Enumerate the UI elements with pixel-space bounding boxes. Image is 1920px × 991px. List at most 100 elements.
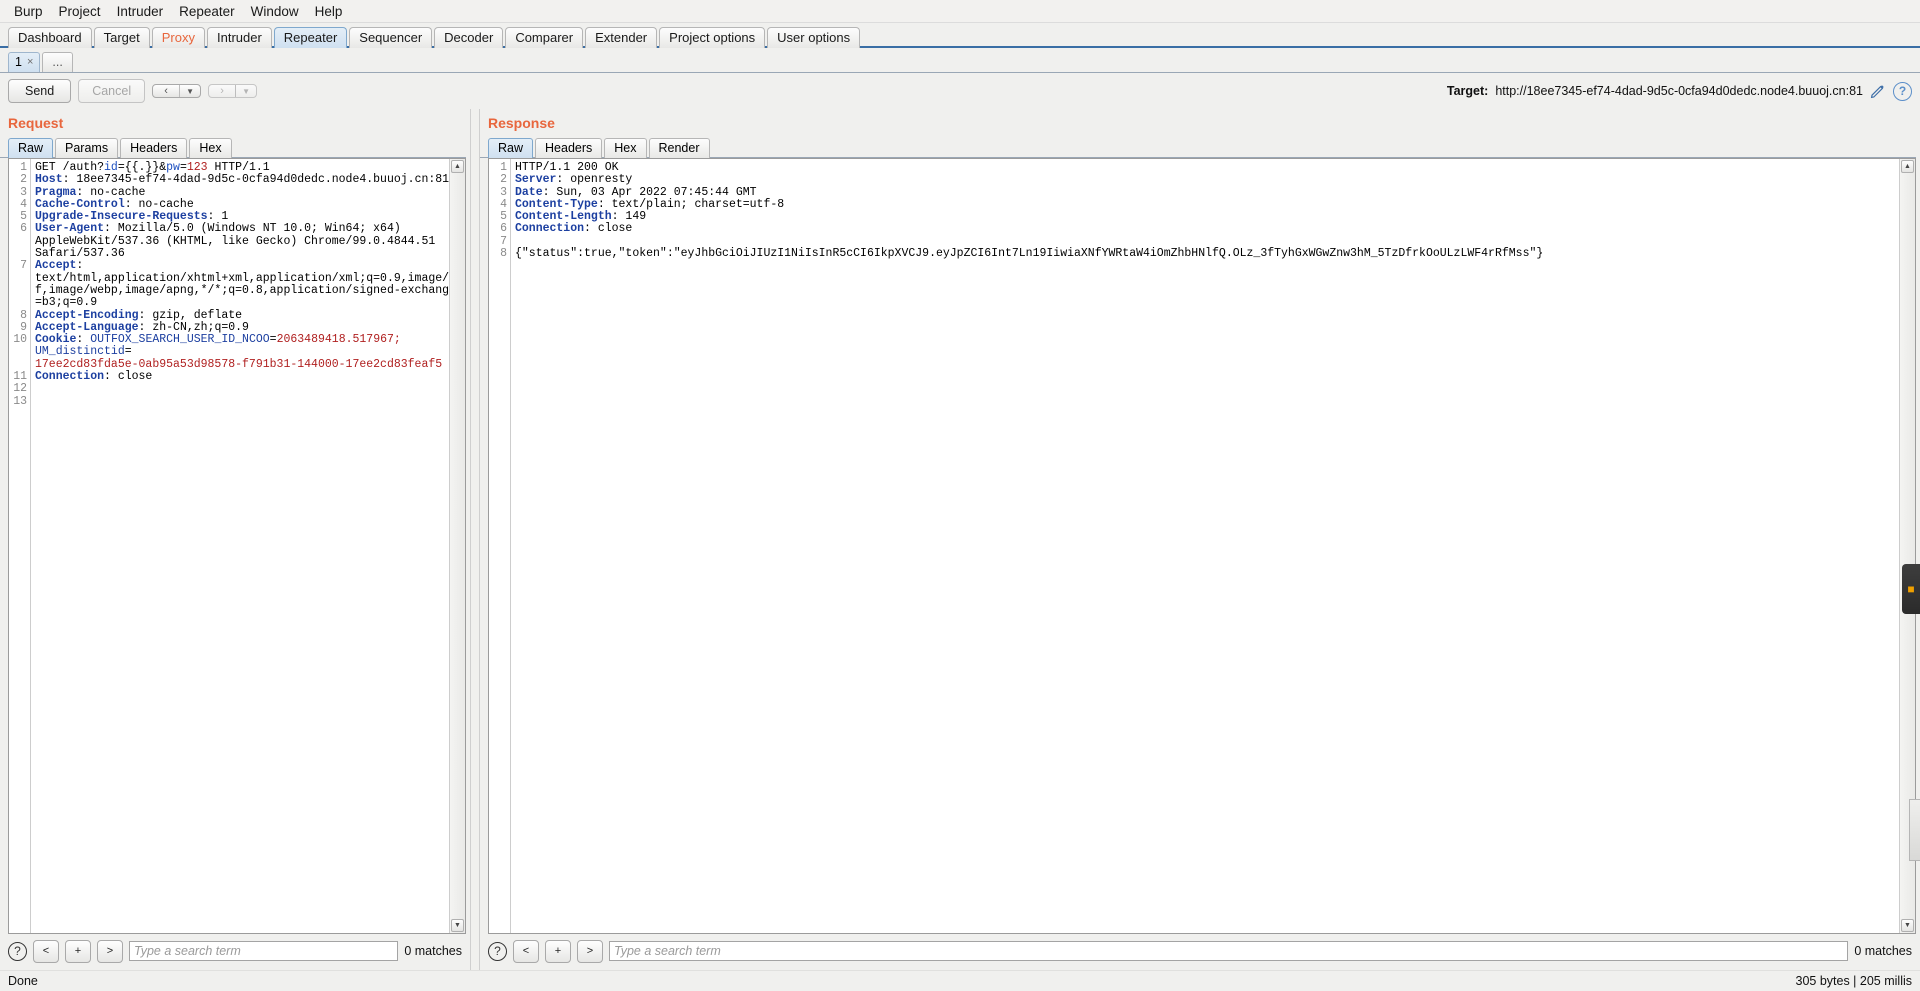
tab-project-options[interactable]: Project options bbox=[659, 27, 765, 48]
response-editor-tabs: RawHeadersHexRender bbox=[480, 136, 1920, 158]
code-segment: 2063489418.517967; bbox=[277, 333, 401, 346]
menu-item-intruder[interactable]: Intruder bbox=[109, 2, 172, 21]
request-tab-raw[interactable]: Raw bbox=[8, 138, 53, 158]
tab-repeater[interactable]: Repeater bbox=[274, 27, 347, 48]
code-segment: pw bbox=[166, 161, 180, 174]
response-tab-hex[interactable]: Hex bbox=[604, 138, 646, 158]
response-search-add-button[interactable]: + bbox=[545, 940, 571, 963]
go-back-chevron-down-icon[interactable]: ▼ bbox=[179, 85, 200, 97]
tab-extender[interactable]: Extender bbox=[585, 27, 657, 48]
request-editor[interactable]: 12345678910111213 GET /auth?id={{.}}&pw=… bbox=[8, 158, 466, 934]
request-search-next-button[interactable]: > bbox=[97, 940, 123, 963]
response-tab-headers[interactable]: Headers bbox=[535, 138, 602, 158]
line-number bbox=[9, 297, 27, 309]
line-number bbox=[9, 236, 27, 248]
request-scrollbar[interactable]: ▲ ▼ bbox=[449, 159, 465, 933]
code-segment: : close bbox=[584, 222, 632, 235]
menu-item-window[interactable]: Window bbox=[243, 2, 307, 21]
code-segment: : zh-CN,zh;q=0.9 bbox=[139, 321, 249, 334]
go-forward-icon[interactable]: › bbox=[209, 85, 235, 97]
response-pane: Response RawHeadersHexRender 12345678 HT… bbox=[480, 109, 1920, 970]
request-search-bar: ? < + > Type a search term 0 matches bbox=[0, 934, 470, 970]
edit-target-pencil-icon[interactable] bbox=[1870, 83, 1886, 99]
code-segment: : bbox=[76, 333, 90, 346]
response-search-next-button[interactable]: > bbox=[577, 940, 603, 963]
scroll-up-icon[interactable]: ▲ bbox=[451, 160, 464, 173]
request-code[interactable]: GET /auth?id={{.}}&pw=123 HTTP/1.1Host: … bbox=[31, 159, 449, 933]
repeater-toolbar: Send Cancel ‹ ▼ › ▼ Target: http://18ee7… bbox=[0, 73, 1920, 109]
tab-dashboard[interactable]: Dashboard bbox=[8, 27, 92, 48]
main-tab-strip: DashboardTargetProxyIntruderRepeaterSequ… bbox=[0, 23, 1920, 48]
target-help-icon[interactable]: ? bbox=[1893, 82, 1912, 101]
scroll-down-icon[interactable]: ▼ bbox=[1901, 919, 1914, 932]
status-metrics: 305 bytes | 205 millis bbox=[1796, 974, 1913, 988]
scroll-track[interactable] bbox=[450, 173, 465, 919]
line-number: 13 bbox=[9, 396, 27, 408]
repeater-tab-1[interactable]: 1× bbox=[8, 52, 40, 72]
menu-item-burp[interactable]: Burp bbox=[6, 2, 51, 21]
code-segment: : 149 bbox=[612, 210, 647, 223]
request-search-input[interactable]: Type a search term bbox=[129, 941, 398, 961]
go-back-split-button[interactable]: ‹ ▼ bbox=[152, 84, 201, 98]
code-segment: 17ee2cd83fda5e-0ab95a53d98578-f791b31-14… bbox=[35, 358, 442, 371]
cancel-button[interactable]: Cancel bbox=[78, 79, 145, 103]
response-search-help-icon[interactable]: ? bbox=[488, 942, 507, 961]
code-segment: = bbox=[180, 161, 187, 174]
response-tab-render[interactable]: Render bbox=[649, 138, 710, 158]
menu-item-repeater[interactable]: Repeater bbox=[171, 2, 243, 21]
docked-extension-button[interactable]: ■ bbox=[1902, 564, 1920, 614]
tab-user-options[interactable]: User options bbox=[767, 27, 860, 48]
code-segment: Date bbox=[515, 186, 543, 199]
go-forward-split-button[interactable]: › ▼ bbox=[208, 84, 257, 98]
tab-sequencer[interactable]: Sequencer bbox=[349, 27, 432, 48]
pane-splitter[interactable] bbox=[470, 109, 480, 970]
send-button[interactable]: Send bbox=[8, 79, 71, 103]
code-segment: User-Agent bbox=[35, 222, 104, 235]
menu-item-help[interactable]: Help bbox=[307, 2, 351, 21]
code-segment: Connection bbox=[35, 370, 104, 383]
line-number: 8 bbox=[489, 248, 507, 260]
code-segment: = bbox=[270, 333, 277, 346]
code-segment: Connection bbox=[515, 222, 584, 235]
code-segment: : 18ee7345-ef74-4dad-9d5c-0cfa94d0dedc.n… bbox=[63, 173, 449, 186]
request-tab-hex[interactable]: Hex bbox=[189, 138, 231, 158]
code-segment: =b3;q=0.9 bbox=[35, 296, 97, 309]
tab-comparer[interactable]: Comparer bbox=[505, 27, 583, 48]
line-number: 10 bbox=[9, 334, 27, 346]
tab-proxy[interactable]: Proxy bbox=[152, 27, 205, 48]
code-segment: : 1 bbox=[208, 210, 229, 223]
response-match-count: 0 matches bbox=[1854, 944, 1912, 958]
code-line: Content-Length: 149 bbox=[515, 211, 1899, 223]
code-segment: : no-cache bbox=[125, 198, 194, 211]
go-forward-chevron-down-icon[interactable]: ▼ bbox=[235, 85, 256, 97]
response-code[interactable]: HTTP/1.1 200 OKServer: openrestyDate: Su… bbox=[511, 159, 1899, 933]
code-segment: : close bbox=[104, 370, 152, 383]
tab-intruder[interactable]: Intruder bbox=[207, 27, 272, 48]
go-back-icon[interactable]: ‹ bbox=[153, 85, 179, 97]
response-tab-raw[interactable]: Raw bbox=[488, 138, 533, 158]
request-search-help-icon[interactable]: ? bbox=[8, 942, 27, 961]
code-segment: HTTP/1.1 200 OK bbox=[515, 161, 619, 174]
tab-target[interactable]: Target bbox=[94, 27, 150, 48]
add-repeater-tab-button[interactable]: ... bbox=[42, 52, 72, 72]
tab-decoder[interactable]: Decoder bbox=[434, 27, 503, 48]
code-segment: Cache-Control bbox=[35, 198, 125, 211]
request-search-add-button[interactable]: + bbox=[65, 940, 91, 963]
response-search-input[interactable]: Type a search term bbox=[609, 941, 1848, 961]
request-tab-headers[interactable]: Headers bbox=[120, 138, 187, 158]
response-search-bar: ? < + > Type a search term 0 matches bbox=[480, 934, 1920, 970]
request-pane: Request RawParamsHeadersHex 123456789101… bbox=[0, 109, 470, 970]
scroll-down-icon[interactable]: ▼ bbox=[451, 919, 464, 932]
request-search-prev-button[interactable]: < bbox=[33, 940, 59, 963]
request-tab-params[interactable]: Params bbox=[55, 138, 118, 158]
line-number: 7 bbox=[9, 260, 27, 272]
scroll-up-icon[interactable]: ▲ bbox=[1901, 160, 1914, 173]
code-segment: : text/plain; charset=utf-8 bbox=[598, 198, 784, 211]
docked-panel-handle[interactable] bbox=[1909, 799, 1920, 861]
code-segment: f,image/webp,image/apng,*/*;q=0.8,applic… bbox=[35, 284, 449, 297]
response-editor[interactable]: 12345678 HTTP/1.1 200 OKServer: openrest… bbox=[488, 158, 1916, 934]
response-search-prev-button[interactable]: < bbox=[513, 940, 539, 963]
close-icon[interactable]: × bbox=[27, 53, 33, 72]
menu-item-project[interactable]: Project bbox=[51, 2, 109, 21]
code-segment: Pragma bbox=[35, 186, 76, 199]
